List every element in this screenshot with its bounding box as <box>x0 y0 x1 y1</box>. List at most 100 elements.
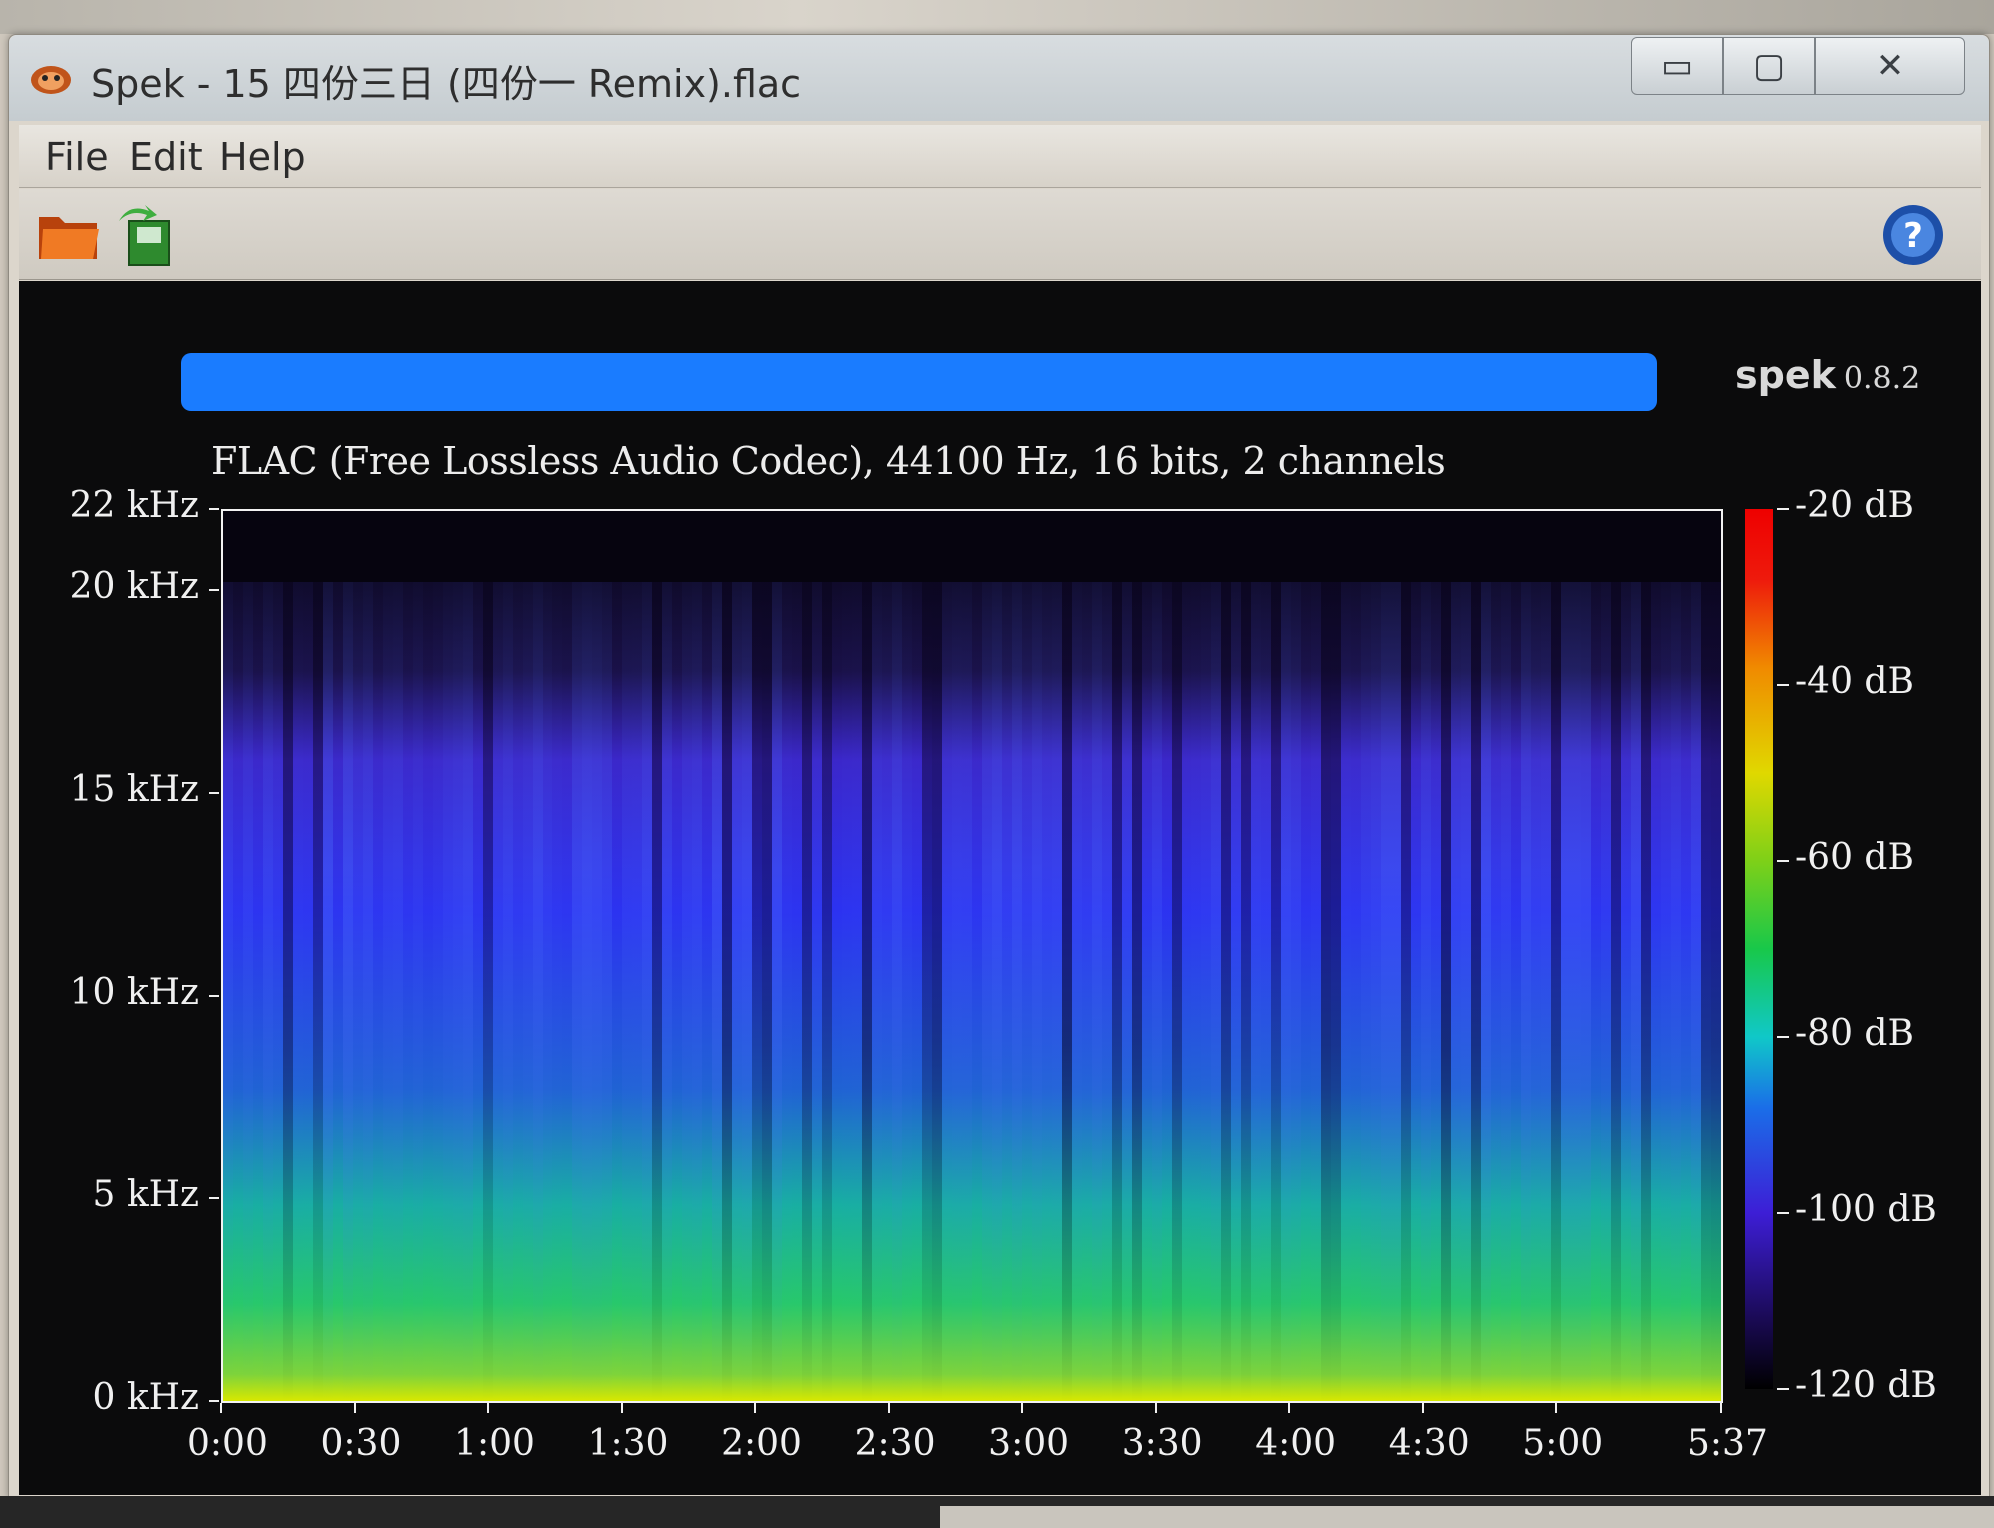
spectrogram-band <box>802 511 813 1401</box>
x-tick-label: 3:00 <box>988 1423 1070 1464</box>
spectrogram-band <box>682 511 693 1401</box>
db-colorbar <box>1745 509 1773 1389</box>
spectrogram-band <box>472 511 483 1401</box>
spectrogram-band <box>852 511 862 1401</box>
spectrogram-band <box>1431 511 1442 1401</box>
svg-text:?: ? <box>1903 216 1923 256</box>
spectrogram-band <box>1650 511 1661 1401</box>
spectrogram-band <box>412 511 423 1401</box>
spectrogram-band <box>1371 511 1382 1401</box>
spectrogram-area: spek 0.8.2 FLAC (Free Lossless Audio Code… <box>19 281 1981 1495</box>
spectrogram-band <box>1051 511 1062 1401</box>
spek-window: Spek - 15 四份三日 (四份一 Remix).flac ▭ ▢ ✕ Fi… <box>8 34 1990 1498</box>
spectrogram-band <box>1401 511 1412 1401</box>
spectrogram-band <box>901 511 912 1401</box>
spek-app-icon <box>31 66 71 94</box>
spectrogram-band <box>1710 511 1721 1401</box>
menu-help[interactable]: Help <box>219 135 306 179</box>
save-icon[interactable] <box>115 203 177 267</box>
spectrogram-band <box>1510 511 1521 1401</box>
x-tick <box>1288 1403 1291 1413</box>
x-tick-label: 2:00 <box>721 1423 802 1464</box>
spectrogram-band <box>1640 511 1651 1401</box>
colorbar-tick-label: -100 dB <box>1795 1189 1937 1230</box>
spectrogram-band <box>292 511 303 1401</box>
folder-icon[interactable] <box>37 207 101 263</box>
spectrogram-band <box>312 511 323 1401</box>
spectrogram-band <box>622 511 633 1401</box>
spectrogram-band <box>871 511 882 1401</box>
minimize-button[interactable]: ▭ <box>1631 37 1723 95</box>
menu-edit[interactable]: Edit <box>129 135 203 179</box>
spectrogram-band <box>242 511 253 1401</box>
spectrogram-band <box>562 511 573 1401</box>
spectrogram-band <box>981 511 992 1401</box>
x-tick-label: 0:30 <box>320 1423 402 1464</box>
x-tick-label: 2:30 <box>854 1423 936 1464</box>
spectrogram-band <box>1021 511 1032 1401</box>
menu-bar: File Edit Help <box>19 125 1981 188</box>
spectrogram-band <box>1231 511 1242 1401</box>
maximize-button[interactable]: ▢ <box>1723 37 1815 95</box>
brand-name: spek <box>1735 353 1836 397</box>
spectrogram-band <box>891 511 902 1401</box>
window-title: Spek - 15 四份三日 (四份一 Remix).flac <box>91 62 802 106</box>
spectrogram-band <box>1670 511 1681 1401</box>
spectrogram-band <box>492 511 503 1401</box>
x-tick-label: 4:30 <box>1388 1423 1470 1464</box>
file-info: FLAC (Free Lossless Audio Codec), 44100 … <box>211 439 1446 483</box>
spectrogram-band <box>1461 511 1472 1401</box>
help-icon[interactable]: ? <box>1881 203 1945 267</box>
y-tick <box>209 791 219 794</box>
spectrogram-band <box>372 511 383 1401</box>
spectrogram-band <box>1271 511 1282 1401</box>
spectrogram-band <box>1001 511 1012 1401</box>
spectrogram-band <box>961 511 972 1401</box>
spectrogram-band <box>1351 511 1362 1401</box>
x-tick-label: 1:00 <box>454 1423 535 1464</box>
spectrogram-band <box>1011 511 1022 1401</box>
spectrogram-band <box>502 511 513 1401</box>
spectrogram-band <box>252 511 263 1401</box>
spectrogram-band <box>792 511 803 1401</box>
spectrogram-band <box>1331 511 1342 1401</box>
spectrogram-band <box>1620 511 1631 1401</box>
spectrogram-band <box>282 511 293 1401</box>
spectrogram-band <box>1291 511 1302 1401</box>
spectrogram-cutoff <box>223 511 1721 583</box>
spectrogram-band <box>911 511 922 1401</box>
x-tick <box>220 1403 222 1413</box>
y-tick <box>209 994 219 997</box>
spectrogram-band <box>1141 511 1152 1401</box>
x-tick <box>353 1403 356 1413</box>
spectrogram-band <box>642 511 653 1401</box>
spectrogram-band <box>1660 511 1671 1401</box>
spectrogram-band <box>1550 511 1561 1401</box>
x-tick-label: 0:00 <box>187 1423 268 1464</box>
colorbar-tick <box>1777 1388 1789 1390</box>
brand-version: 0.8.2 <box>1843 361 1921 396</box>
colorbar-tick <box>1777 508 1789 510</box>
close-button[interactable]: ✕ <box>1815 37 1965 95</box>
colorbar-tick-label: -20 dB <box>1795 485 1914 526</box>
spectrogram-band <box>432 511 443 1401</box>
x-tick <box>754 1403 757 1413</box>
y-tick-label: 20 kHz <box>69 566 199 608</box>
spectrogram-band <box>1530 511 1541 1401</box>
spectrogram-band <box>322 511 333 1401</box>
spectrogram-band <box>692 511 703 1401</box>
spectrogram-band <box>1700 511 1711 1401</box>
spectrogram-band <box>652 511 663 1401</box>
menu-file[interactable]: File <box>45 135 109 179</box>
spectrogram-band <box>452 511 463 1401</box>
spectrogram-band <box>302 511 313 1401</box>
spectrogram-band <box>1540 511 1551 1401</box>
spectrogram-band <box>462 511 473 1401</box>
spectrogram-band <box>1241 511 1252 1401</box>
spectrogram-band <box>742 511 753 1401</box>
spectrogram-band <box>772 511 783 1401</box>
spectrogram-band <box>1630 511 1641 1401</box>
title-bar[interactable]: Spek - 15 四份三日 (四份一 Remix).flac ▭ ▢ ✕ <box>9 35 1989 121</box>
spectrogram-band <box>1341 511 1352 1401</box>
spectrogram-band <box>1111 511 1122 1401</box>
